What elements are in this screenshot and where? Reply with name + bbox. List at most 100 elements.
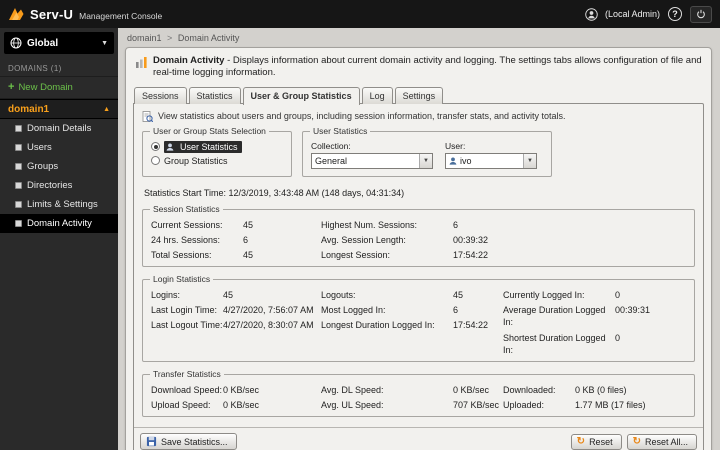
- account-menu[interactable]: (Local Admin): [585, 8, 660, 21]
- domain-activity-panel: Domain Activity - Displays information a…: [125, 47, 712, 450]
- tab-strip: Sessions Statistics User & Group Statist…: [133, 87, 704, 104]
- brand-subtitle: Management Console: [79, 11, 162, 21]
- user-label: User:: [445, 141, 537, 151]
- stat-label: Last Login Time:: [151, 304, 223, 316]
- stat-value: 00:39:32: [453, 234, 488, 246]
- radio-selected-icon[interactable]: [151, 142, 160, 151]
- stat-label: Download Speed:: [151, 384, 223, 396]
- breadcrumb: domain1 > Domain Activity: [118, 28, 720, 47]
- sidebar-item-limits-settings[interactable]: Limits & Settings: [0, 195, 118, 214]
- breadcrumb-domain[interactable]: domain1: [127, 33, 162, 43]
- transfer-statistics-group: Transfer Statistics Download Speed:0 KB/…: [142, 374, 695, 417]
- stat-row: 24 hrs. Sessions:6: [151, 234, 321, 246]
- stat-label: 24 hrs. Sessions:: [151, 234, 243, 246]
- stat-value: 6: [453, 219, 458, 231]
- stat-label: Current Sessions:: [151, 219, 243, 231]
- chevron-down-icon[interactable]: ▼: [523, 154, 536, 168]
- users-icon: [15, 144, 22, 151]
- tab-sessions[interactable]: Sessions: [134, 87, 187, 104]
- stat-label: Upload Speed:: [151, 399, 223, 411]
- tab-settings[interactable]: Settings: [395, 87, 444, 104]
- stat-label: Uploaded:: [503, 399, 575, 411]
- stat-row: Download Speed:0 KB/sec: [151, 384, 321, 396]
- stat-value: 4/27/2020, 7:56:07 AM: [223, 304, 314, 316]
- domain-activity-icon: [15, 220, 22, 227]
- user-statistics-group: User Statistics Collection: General ▼: [302, 131, 552, 177]
- stat-value: 45: [243, 249, 253, 261]
- reset-button[interactable]: ↻ Reset: [571, 434, 622, 450]
- servu-logo-icon: [8, 6, 25, 23]
- stat-value: 707 KB/sec: [453, 399, 499, 411]
- stat-label: Avg. Session Length:: [321, 234, 453, 246]
- stat-row: Average Duration Logged In:00:39:31: [503, 304, 650, 328]
- stat-value: 6: [243, 234, 248, 246]
- stat-value: 0 KB (0 files): [575, 384, 627, 396]
- stat-value: 00:39:31: [615, 304, 650, 328]
- workspace: domain1 > Domain Activity Domain Activit…: [118, 28, 720, 450]
- collection-dropdown[interactable]: General ▼: [311, 153, 433, 169]
- stat-label: Currently Logged In:: [503, 289, 615, 301]
- user-icon: [166, 143, 174, 151]
- sidebar: Global ▼ DOMAINS (1) + New Domain domain…: [0, 28, 118, 450]
- user-icon: [449, 157, 457, 165]
- account-label: (Local Admin): [605, 9, 660, 19]
- stat-label: Highest Num. Sessions:: [321, 219, 453, 231]
- tab-statistics[interactable]: Statistics: [189, 87, 241, 104]
- user-statistics-radio[interactable]: User Statistics: [151, 141, 283, 153]
- new-domain-button[interactable]: + New Domain: [0, 77, 118, 99]
- tab-user-group-statistics[interactable]: User & Group Statistics: [243, 87, 360, 105]
- stat-row: Logins:45: [151, 289, 321, 301]
- stat-row: Avg. DL Speed:0 KB/sec: [321, 384, 503, 396]
- stat-value: 0: [615, 289, 620, 301]
- transfer-statistics-legend: Transfer Statistics: [150, 369, 224, 379]
- tab-content: View statistics about users and groups, …: [133, 103, 704, 450]
- save-statistics-button[interactable]: Save Statistics...: [140, 433, 237, 450]
- chevron-up-icon: ▲: [103, 106, 110, 113]
- global-selector[interactable]: Global ▼: [4, 32, 114, 54]
- breadcrumb-page: Domain Activity: [178, 33, 240, 43]
- stat-row: Avg. UL Speed:707 KB/sec: [321, 399, 503, 411]
- panel-header: Domain Activity - Displays information a…: [135, 55, 702, 79]
- stat-row: Avg. Session Length:00:39:32: [321, 234, 488, 246]
- directories-icon: [15, 182, 22, 189]
- stats-selection-legend: User or Group Stats Selection: [150, 126, 269, 136]
- info-text: View statistics about users and groups, …: [158, 111, 566, 121]
- stat-value: 45: [453, 289, 463, 301]
- save-icon: [146, 436, 157, 447]
- stat-row: Longest Duration Logged In:17:54:22: [321, 319, 503, 331]
- stat-label: Most Logged In:: [321, 304, 453, 316]
- sidebar-domain1[interactable]: domain1 ▲: [0, 99, 118, 119]
- sidebar-item-domain-details[interactable]: Domain Details: [0, 119, 118, 138]
- stat-value: 0 KB/sec: [223, 384, 259, 396]
- radio-unselected-icon[interactable]: [151, 156, 160, 165]
- tab-log[interactable]: Log: [362, 87, 393, 104]
- sidebar-item-groups[interactable]: Groups: [0, 157, 118, 176]
- user-dropdown[interactable]: ivo ▼: [445, 153, 537, 169]
- session-statistics-legend: Session Statistics: [150, 204, 223, 214]
- stat-value: 17:54:22: [453, 319, 488, 331]
- sidebar-item-domain-activity[interactable]: Domain Activity: [0, 214, 118, 233]
- page-description: - Displays information about current dom…: [153, 55, 702, 78]
- help-icon[interactable]: ?: [668, 7, 682, 21]
- global-label: Global: [27, 38, 58, 49]
- chevron-down-icon[interactable]: ▼: [419, 154, 432, 168]
- brand-name: Serv-U: [30, 7, 73, 22]
- reset-icon: ↻: [577, 437, 585, 446]
- reset-all-button[interactable]: ↻ Reset All...: [627, 434, 697, 450]
- stat-label: Avg. UL Speed:: [321, 399, 453, 411]
- title-bar: Serv-U Management Console (Local Admin) …: [0, 0, 720, 28]
- stat-row: Last Logout Time:4/27/2020, 8:30:07 AM: [151, 319, 321, 331]
- stat-label: Logins:: [151, 289, 223, 301]
- user-account-icon: [585, 8, 598, 21]
- sidebar-item-users[interactable]: Users: [0, 138, 118, 157]
- stat-label: Logouts:: [321, 289, 453, 301]
- group-statistics-radio[interactable]: Group Statistics: [151, 156, 283, 166]
- stat-row: Last Login Time:4/27/2020, 7:56:07 AM: [151, 304, 321, 316]
- sidebar-item-directories[interactable]: Directories: [0, 176, 118, 195]
- stat-row: Downloaded:0 KB (0 files): [503, 384, 646, 396]
- stat-label: Downloaded:: [503, 384, 575, 396]
- domain-details-icon: [15, 125, 22, 132]
- stat-value: 0 KB/sec: [453, 384, 489, 396]
- logout-button[interactable]: [690, 6, 712, 23]
- stat-value: 45: [223, 289, 233, 301]
